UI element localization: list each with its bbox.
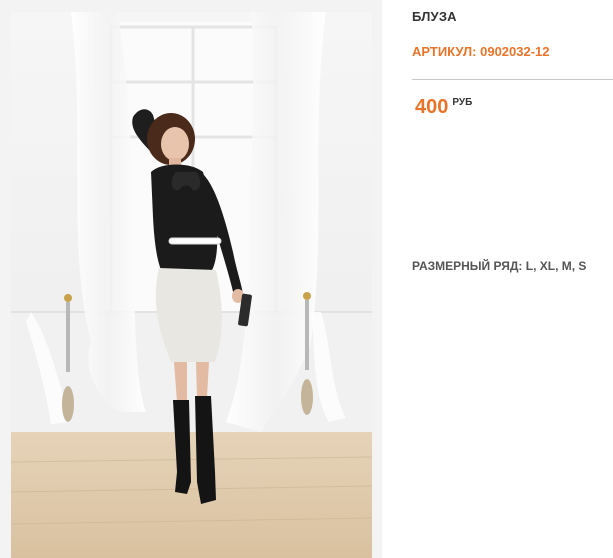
sku-label: АРТИКУЛ: <box>412 44 477 59</box>
product-photo[interactable] <box>11 12 372 558</box>
model-image <box>11 12 372 558</box>
price-value: 400 <box>415 96 449 118</box>
product-title: БЛУЗА <box>412 9 457 24</box>
price-currency: РУБ <box>452 97 473 108</box>
product-photo-frame <box>0 0 382 558</box>
size-range: РАЗМЕРНЫЙ РЯД: L, XL, M, S <box>412 259 586 273</box>
product-price: 400 РУБ <box>415 96 472 119</box>
sizes-label: РАЗМЕРНЫЙ РЯД: <box>412 259 523 273</box>
sku-value: 0902032-12 <box>480 44 550 59</box>
sizes-value: L, XL, M, S <box>525 259 587 273</box>
divider <box>412 79 613 80</box>
product-sku: АРТИКУЛ: 0902032-12 <box>412 44 550 59</box>
